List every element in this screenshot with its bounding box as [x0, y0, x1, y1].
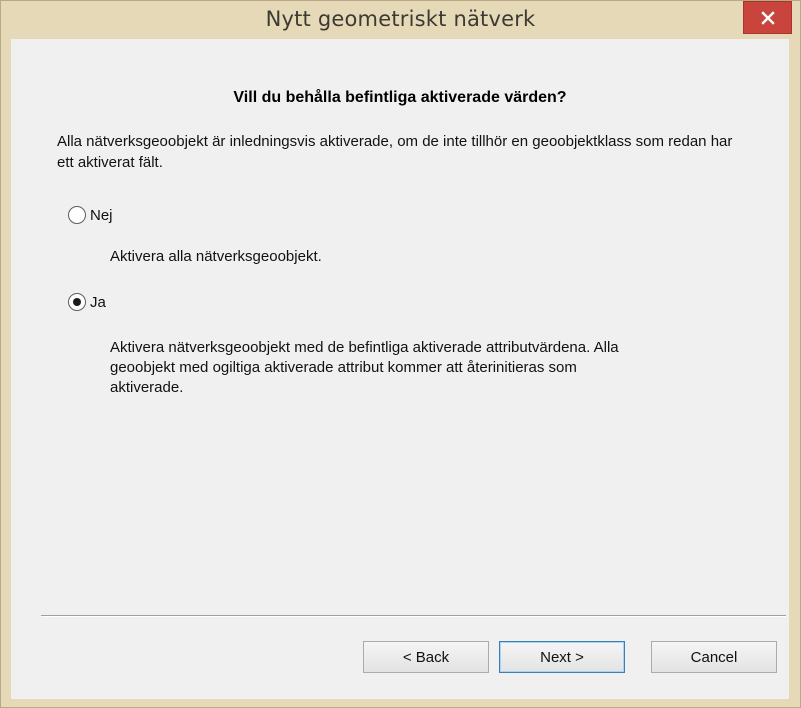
- close-icon: [760, 10, 775, 25]
- radio-label-ja[interactable]: Ja: [90, 294, 106, 311]
- radio-button-ja[interactable]: [68, 293, 86, 311]
- radio-label-nej[interactable]: Nej: [90, 207, 113, 224]
- radio-option-ja[interactable]: Ja: [68, 293, 106, 311]
- radio-option-nej[interactable]: Nej: [68, 206, 113, 224]
- option-description-nej: Aktivera alla nätverksgeoobjekt.: [110, 248, 322, 265]
- intro-text: Alla nätverksgeoobjekt är inledningsvis …: [57, 133, 733, 171]
- window-title: Nytt geometriskt nätverk: [265, 7, 536, 31]
- title-bar[interactable]: Nytt geometriskt nätverk: [1, 1, 800, 37]
- separator-line: [41, 615, 786, 617]
- close-button[interactable]: [743, 1, 792, 34]
- cancel-button[interactable]: Cancel: [651, 641, 777, 673]
- radio-button-nej[interactable]: [68, 206, 86, 224]
- dialog-window: Nytt geometriskt nätverk Vill du behålla…: [0, 0, 801, 708]
- back-button[interactable]: < Back: [363, 641, 489, 673]
- dialog-heading: Vill du behålla befintliga aktiverade vä…: [233, 89, 567, 106]
- dialog-content: Vill du behålla befintliga aktiverade vä…: [11, 39, 789, 699]
- next-button[interactable]: Next >: [499, 641, 625, 673]
- option-description-ja: Aktivera nätverksgeoobjekt med de befint…: [110, 339, 619, 396]
